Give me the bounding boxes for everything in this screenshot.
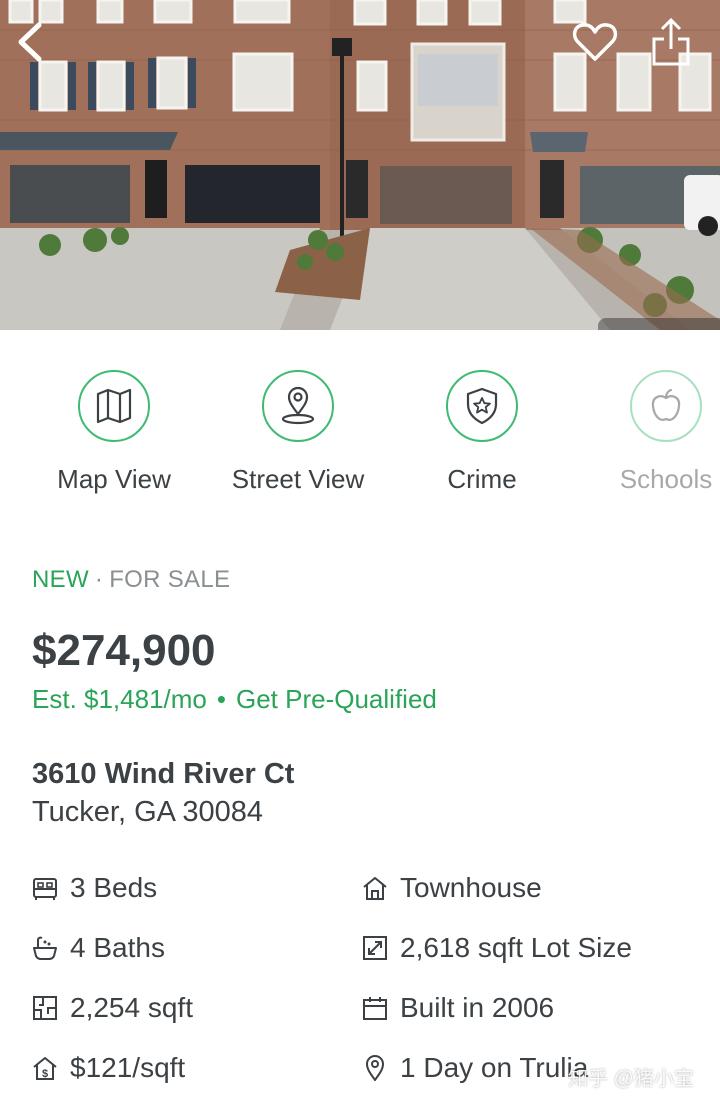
chevron-left-icon [18, 22, 42, 62]
back-button[interactable] [8, 18, 52, 66]
share-icon [652, 17, 690, 66]
payment-line: Est. $1,481/mo • Get Pre-Qualified [32, 684, 437, 715]
property-type-text: Townhouse [400, 872, 542, 903]
share-button[interactable] [646, 14, 696, 70]
listing-status: NEW · FOR SALE [32, 566, 230, 594]
location-pin-icon [262, 370, 334, 442]
fact-year-built: Built in 2006 [360, 988, 554, 1028]
crime-label: Crime [447, 464, 517, 494]
map-view-button[interactable]: Map View [22, 350, 206, 495]
bed-icon [30, 873, 60, 903]
calendar-icon [360, 993, 390, 1023]
shield-star-icon [446, 370, 518, 442]
address-street: 3610 Wind River Ct [32, 758, 295, 790]
heart-icon [572, 23, 618, 61]
payment-separator: • [216, 684, 226, 714]
days-on-market-text: 1 Day on Trulia [400, 1052, 589, 1083]
map-icon [78, 370, 150, 442]
pre-qualify-link[interactable]: Get Pre-Qualified [236, 684, 437, 714]
bath-icon [30, 933, 60, 963]
map-view-label: Map View [57, 464, 171, 494]
beds-text: 3 Beds [70, 872, 158, 903]
apple-icon [630, 370, 702, 442]
house-dollar-icon: $ [30, 1053, 60, 1083]
expand-arrows-icon [360, 933, 390, 963]
fact-beds: 3 Beds [30, 868, 157, 908]
fact-sqft: 2,254 sqft [30, 988, 193, 1028]
lot-size-text: 2,618 sqft Lot Size [400, 932, 632, 963]
listing-price: $274,900 [32, 626, 216, 675]
listing-photo[interactable] [0, 0, 720, 330]
watermark: 知乎 @猪小宝 [568, 1068, 694, 1090]
svg-text:$: $ [42, 1068, 48, 1080]
map-pin-icon [360, 1053, 390, 1083]
schools-button[interactable]: Schools [574, 350, 720, 495]
address-city: Tucker, GA 30084 [32, 796, 264, 828]
house-icon [360, 873, 390, 903]
fact-days-on-market: 1 Day on Trulia [360, 1048, 588, 1088]
street-view-button[interactable]: Street View [206, 350, 390, 495]
status-new-badge: NEW [32, 566, 89, 593]
monthly-estimate-link[interactable]: Est. $1,481/mo [32, 684, 207, 714]
street-view-label: Street View [231, 464, 365, 494]
crime-button[interactable]: Crime [390, 350, 574, 495]
fact-property-type: Townhouse [360, 868, 542, 908]
baths-text: 4 Baths [70, 932, 165, 963]
action-row: Map View Street View Crime Schools [0, 350, 720, 510]
fact-lot-size: 2,618 sqft Lot Size [360, 928, 632, 968]
photo-counter [598, 318, 720, 330]
status-type: FOR SALE [109, 566, 231, 593]
schools-label: Schools [619, 464, 713, 494]
year-built-text: Built in 2006 [400, 992, 555, 1023]
price-per-sqft-text: $121/sqft [70, 1052, 186, 1083]
status-separator: · [94, 566, 104, 593]
floorplan-icon [30, 993, 60, 1023]
sqft-text: 2,254 sqft [70, 992, 193, 1023]
fact-price-per-sqft: $ $121/sqft [30, 1048, 185, 1088]
favorite-button[interactable] [568, 16, 622, 68]
fact-baths: 4 Baths [30, 928, 165, 968]
